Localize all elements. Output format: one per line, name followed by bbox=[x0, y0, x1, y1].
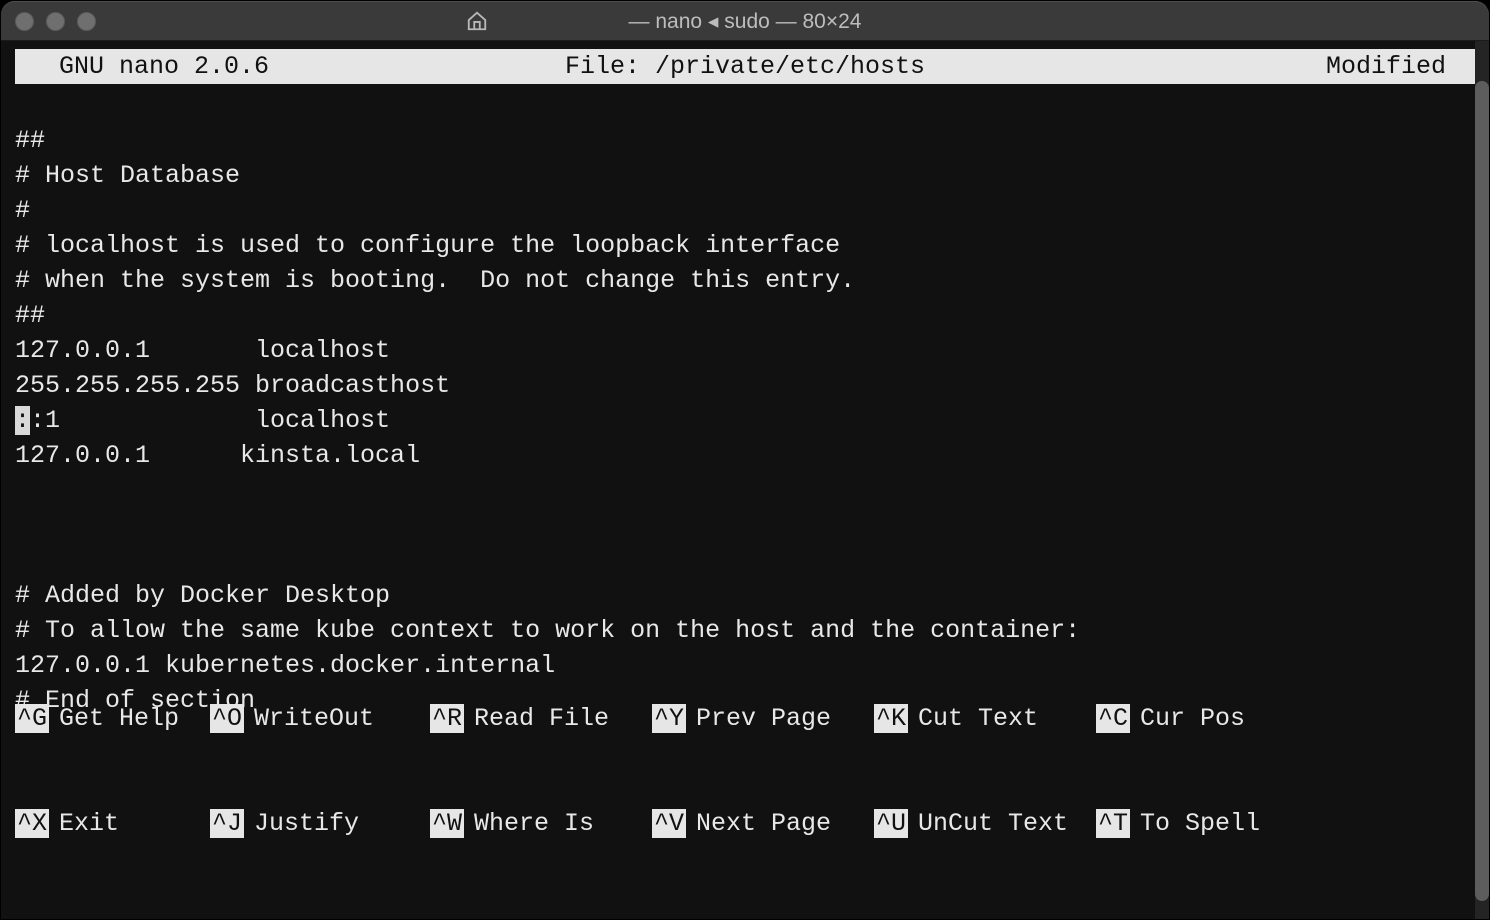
editor-line[interactable] bbox=[15, 508, 1475, 543]
shortcut-key: ^X bbox=[15, 809, 49, 838]
shortcut-ctrl-k[interactable]: ^KCut Text bbox=[874, 701, 1096, 736]
shortcut-key: ^Y bbox=[652, 704, 686, 733]
scrollbar-thumb[interactable] bbox=[1475, 81, 1489, 901]
shortcut-key: ^K bbox=[874, 704, 908, 733]
nano-shortcut-bar: ^GGet Help^OWriteOut^RRead File^YPrev Pa… bbox=[15, 631, 1461, 911]
shortcut-ctrl-x[interactable]: ^XExit bbox=[15, 806, 210, 841]
shortcut-label: Prev Page bbox=[686, 704, 831, 733]
shortcut-key: ^V bbox=[652, 809, 686, 838]
shortcut-ctrl-t[interactable]: ^TTo Spell bbox=[1096, 806, 1296, 841]
nano-app-version: GNU nano 2.0.6 bbox=[29, 49, 269, 84]
editor-line[interactable] bbox=[15, 473, 1475, 508]
editor-line[interactable]: # when the system is booting. Do not cha… bbox=[15, 263, 1475, 298]
shortcut-ctrl-g[interactable]: ^GGet Help bbox=[15, 701, 210, 736]
terminal-viewport[interactable]: GNU nano 2.0.6 File: /private/etc/hosts … bbox=[1, 41, 1489, 919]
shortcut-row-2: ^XExit^JJustify^WWhere Is^VNext Page^UUn… bbox=[15, 806, 1461, 841]
shortcut-label: Read File bbox=[464, 704, 609, 733]
editor-buffer[interactable]: ### Host Database## localhost is used to… bbox=[1, 84, 1489, 718]
editor-line[interactable]: ::1 localhost bbox=[15, 403, 1475, 438]
shortcut-ctrl-w[interactable]: ^WWhere Is bbox=[430, 806, 652, 841]
shortcut-key: ^T bbox=[1096, 809, 1130, 838]
editor-line[interactable]: # localhost is used to configure the loo… bbox=[15, 228, 1475, 263]
shortcut-ctrl-v[interactable]: ^VNext Page bbox=[652, 806, 874, 841]
shortcut-ctrl-u[interactable]: ^UUnCut Text bbox=[874, 806, 1096, 841]
shortcut-label: Exit bbox=[49, 809, 119, 838]
shortcut-ctrl-c[interactable]: ^CCur Pos bbox=[1096, 701, 1296, 736]
shortcut-label: Cut Text bbox=[908, 704, 1038, 733]
shortcut-label: Justify bbox=[244, 809, 359, 838]
editor-line[interactable]: # Host Database bbox=[15, 158, 1475, 193]
shortcut-label: Next Page bbox=[686, 809, 831, 838]
shortcut-key: ^O bbox=[210, 704, 244, 733]
nano-status: Modified bbox=[1326, 49, 1461, 84]
shortcut-key: ^W bbox=[430, 809, 464, 838]
editor-line[interactable]: # Added by Docker Desktop bbox=[15, 578, 1475, 613]
shortcut-key: ^U bbox=[874, 809, 908, 838]
editor-line[interactable]: 127.0.0.1 kinsta.local bbox=[15, 438, 1475, 473]
nano-header-bar: GNU nano 2.0.6 File: /private/etc/hosts … bbox=[15, 49, 1475, 84]
titlebar[interactable]: — nano ◂ sudo — 80×24 bbox=[1, 1, 1489, 41]
shortcut-key: ^J bbox=[210, 809, 244, 838]
scrollbar-track[interactable] bbox=[1475, 41, 1489, 919]
shortcut-key: ^R bbox=[430, 704, 464, 733]
shortcut-label: Get Help bbox=[49, 704, 179, 733]
shortcut-ctrl-o[interactable]: ^OWriteOut bbox=[210, 701, 430, 736]
editor-line[interactable]: 127.0.0.1 localhost bbox=[15, 333, 1475, 368]
window-title: — nano ◂ sudo — 80×24 bbox=[1, 4, 1489, 39]
shortcut-ctrl-r[interactable]: ^RRead File bbox=[430, 701, 652, 736]
editor-line[interactable]: 255.255.255.255 broadcasthost bbox=[15, 368, 1475, 403]
shortcut-label: Cur Pos bbox=[1130, 704, 1245, 733]
shortcut-row-1: ^GGet Help^OWriteOut^RRead File^YPrev Pa… bbox=[15, 701, 1461, 736]
editor-line[interactable]: ## bbox=[15, 123, 1475, 158]
shortcut-label: Where Is bbox=[464, 809, 594, 838]
terminal-window: — nano ◂ sudo — 80×24 GNU nano 2.0.6 Fil… bbox=[0, 0, 1490, 920]
shortcut-label: To Spell bbox=[1130, 809, 1260, 838]
editor-line[interactable]: # bbox=[15, 193, 1475, 228]
shortcut-label: WriteOut bbox=[244, 704, 374, 733]
shortcut-ctrl-y[interactable]: ^YPrev Page bbox=[652, 701, 874, 736]
shortcut-key: ^G bbox=[15, 704, 49, 733]
text-cursor: : bbox=[15, 406, 30, 435]
editor-line[interactable]: ## bbox=[15, 298, 1475, 333]
shortcut-key: ^C bbox=[1096, 704, 1130, 733]
editor-line[interactable] bbox=[15, 543, 1475, 578]
shortcut-label: UnCut Text bbox=[908, 809, 1068, 838]
shortcut-ctrl-j[interactable]: ^JJustify bbox=[210, 806, 430, 841]
